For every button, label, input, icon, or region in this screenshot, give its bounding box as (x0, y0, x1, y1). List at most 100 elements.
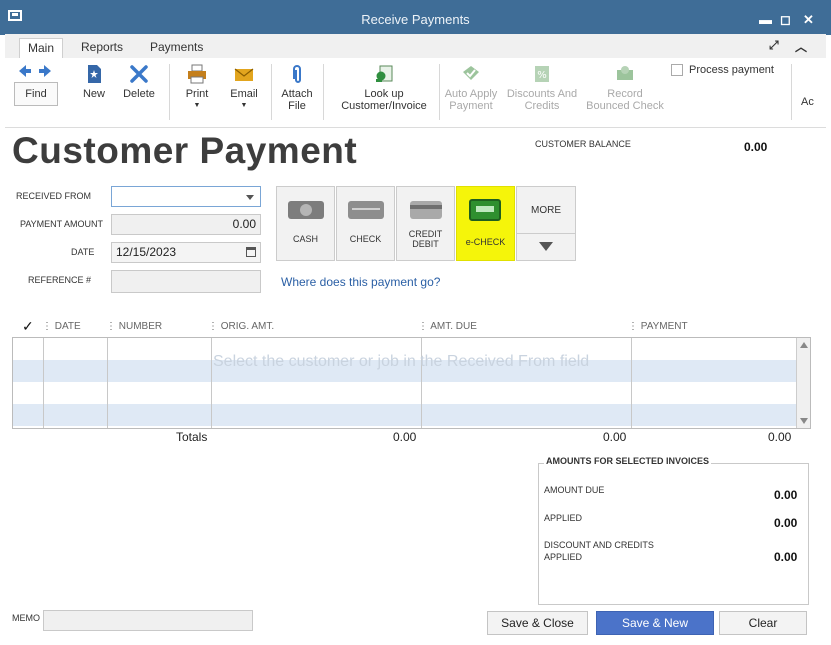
record-label-line2: Bounced Check (586, 100, 664, 112)
totals-payment: 0.00 (768, 430, 792, 444)
calendar-icon[interactable] (246, 247, 256, 257)
memo-label: MEMO (12, 613, 40, 623)
toolbar-separator (439, 64, 440, 120)
page-title: Customer Payment (12, 130, 358, 171)
table-row[interactable] (13, 404, 797, 426)
totals-amt-due: 0.00 (603, 430, 627, 444)
delete-button[interactable]: Delete (119, 64, 159, 100)
payment-method-echeck[interactable]: e-CHECK (456, 186, 515, 261)
credit-label: CREDIT (408, 229, 443, 239)
tab-main[interactable]: Main (19, 38, 64, 58)
scroll-down-icon[interactable] (800, 418, 808, 424)
process-payment-checkbox[interactable] (671, 64, 683, 76)
invoice-table[interactable]: Select the customer or job in the Receiv… (12, 337, 811, 429)
new-label: New (82, 88, 105, 100)
paperclip-icon (293, 65, 301, 83)
new-document-icon (88, 65, 101, 83)
save-new-button[interactable]: Save & New (596, 611, 714, 635)
reference-field[interactable] (111, 270, 261, 293)
clear-button[interactable]: Clear (719, 611, 807, 635)
discounts-icon: % (535, 66, 549, 82)
scroll-up-icon[interactable] (800, 342, 808, 348)
more-divider (517, 233, 575, 234)
toolbar-overflow-label[interactable]: Ac (801, 96, 814, 108)
where-payment-goes-link[interactable]: Where does this payment go? (281, 275, 440, 289)
attach-file-button[interactable]: Attach File (277, 64, 317, 112)
payment-method-cash[interactable]: CASH (276, 186, 335, 261)
check-label: CHECK (349, 234, 382, 244)
col-amt-due-header[interactable]: ⋮ AMT. DUE (418, 321, 477, 332)
toolbar-separator (791, 64, 792, 120)
new-button[interactable]: New (77, 64, 111, 100)
ribbon-tabs: Main Reports Payments ⤢ ︿ (5, 34, 826, 58)
column-divider (211, 338, 212, 428)
lookup-customer-invoice-button[interactable]: Look up Customer/Invoice (335, 64, 433, 112)
more-dropdown-icon[interactable] (539, 242, 553, 251)
amount-due-value: 0.00 (774, 488, 798, 502)
chevron-down-icon (246, 195, 254, 200)
check-icon (348, 201, 384, 219)
bounced-check-icon (617, 66, 633, 80)
column-divider (43, 338, 44, 428)
auto-apply-payment-button[interactable]: Auto Apply Payment (442, 64, 500, 112)
record-bounced-check-button[interactable]: Record Bounced Check (583, 64, 667, 112)
lookup-label-line1: Look up (364, 88, 404, 100)
discounts-label-line2: Credits (524, 100, 560, 112)
payment-method-credit-debit[interactable]: CREDIT DEBIT (396, 186, 455, 261)
prev-next-arrows-icon[interactable] (17, 64, 53, 78)
window-titlebar: Receive Payments ▬ ◻ ✕ (0, 0, 831, 35)
print-button[interactable]: Print ▼ (181, 64, 213, 112)
minimize-icon[interactable]: ▬ (759, 12, 772, 27)
totals-label: Totals (176, 430, 208, 444)
attach-label-line1: Attach (281, 88, 313, 100)
table-scrollbar[interactable] (796, 338, 810, 428)
toolbar-separator (169, 64, 170, 120)
auto-apply-label-line1: Auto Apply (444, 88, 498, 100)
reference-label: REFERENCE # (28, 275, 92, 285)
process-payment-label: Process payment (689, 64, 774, 76)
debit-label: DEBIT (412, 239, 439, 249)
tab-reports[interactable]: Reports (73, 38, 131, 58)
table-placeholder: Select the customer or job in the Receiv… (213, 353, 590, 370)
maximize-icon[interactable]: ◻ (780, 12, 791, 28)
date-label: DATE (71, 247, 95, 257)
table-row[interactable] (13, 382, 797, 404)
select-all-check-icon[interactable]: ✓ (22, 318, 34, 335)
printer-icon (188, 64, 206, 84)
discounts-label-line1: Discounts And (506, 88, 578, 100)
email-button[interactable]: Email ▼ (227, 64, 261, 112)
date-field[interactable]: 12/15/2023 (111, 242, 261, 263)
tab-payments[interactable]: Payments (142, 38, 211, 58)
payment-method-check[interactable]: CHECK (336, 186, 395, 261)
payment-amount-field[interactable]: 0.00 (111, 214, 261, 235)
credit-card-icon (410, 201, 442, 219)
column-divider (631, 338, 632, 428)
close-icon[interactable]: ✕ (803, 12, 814, 28)
col-number-header[interactable]: ⋮ NUMBER (106, 321, 162, 332)
ribbon-toolbar: Find New Delete Print ▼ Email ▼ Attach F… (5, 58, 826, 128)
collapse-ribbon-icon[interactable]: ︿ (795, 38, 807, 55)
applied-value: 0.00 (774, 516, 798, 530)
expand-icon[interactable]: ⤢ (769, 38, 779, 53)
discounts-credits-button[interactable]: % Discounts And Credits (504, 64, 580, 112)
discounts-applied-value: 0.00 (774, 550, 798, 564)
auto-apply-icon (463, 66, 479, 80)
save-close-button[interactable]: Save & Close (487, 611, 588, 635)
col-date-header[interactable]: ⋮ DATE (42, 321, 81, 332)
amount-due-label: AMOUNT DUE (544, 485, 605, 495)
received-from-dropdown[interactable] (111, 186, 261, 207)
col-payment-header[interactable]: ⋮ PAYMENT (628, 321, 688, 332)
customer-balance-value: 0.00 (744, 140, 768, 154)
col-orig-amt-header[interactable]: ⋮ ORIG. AMT. (208, 321, 274, 332)
window-title: Receive Payments (361, 12, 470, 27)
memo-field[interactable] (43, 610, 253, 631)
payment-amount-label: PAYMENT AMOUNT (20, 219, 104, 229)
svg-text:%: % (537, 70, 547, 81)
payment-method-more[interactable]: MORE (516, 186, 576, 261)
nav-arrows (15, 64, 55, 81)
cash-icon (288, 201, 324, 219)
amounts-panel-title: AMOUNTS FOR SELECTED INVOICES (544, 456, 712, 466)
totals-orig-amt: 0.00 (393, 430, 417, 444)
auto-apply-label-line2: Payment (449, 100, 493, 112)
find-button[interactable]: Find (14, 82, 58, 106)
